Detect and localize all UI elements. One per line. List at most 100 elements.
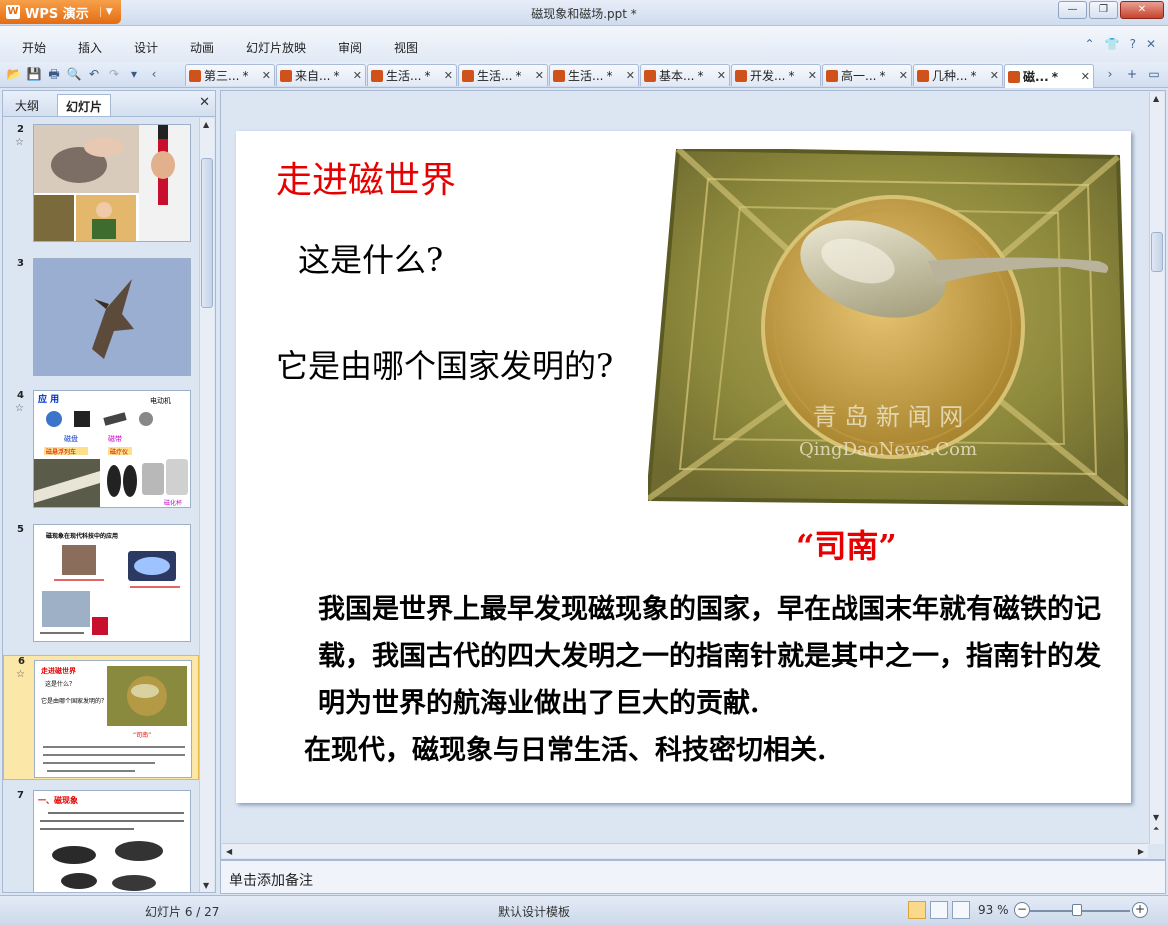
menu-insert[interactable]: 插入 bbox=[78, 39, 102, 56]
question-what[interactable]: 这是什么? bbox=[298, 235, 443, 281]
slide-thumbnail: 磁现象在现代科技中的应用 bbox=[33, 524, 191, 642]
scroll-up-icon[interactable]: ▲ bbox=[203, 120, 209, 129]
scroll-right-icon[interactable]: ▶ bbox=[1138, 847, 1144, 856]
editor-vertical-scrollbar[interactable]: ▲ ▼ ⏶ bbox=[1149, 92, 1164, 844]
scroll-up-icon[interactable]: ▲ bbox=[1153, 94, 1159, 103]
scroll-left-icon[interactable]: ◀ bbox=[226, 847, 232, 856]
zoom-out-icon[interactable]: − bbox=[1014, 902, 1030, 918]
document-tab[interactable]: 生活... * ✕ bbox=[458, 64, 548, 86]
scroll-down-icon[interactable]: ▼ bbox=[1153, 813, 1159, 822]
tab-close-icon[interactable]: ✕ bbox=[808, 69, 817, 82]
question-country[interactable]: 它是由哪个国家发明的? bbox=[276, 341, 613, 387]
menu-design[interactable]: 设计 bbox=[134, 39, 158, 56]
new-tab-icon[interactable]: + bbox=[1124, 66, 1140, 82]
presentation-file-icon bbox=[553, 69, 565, 82]
tab-label: 开发... bbox=[750, 69, 786, 83]
notes-pane[interactable]: 单击添加备注 bbox=[220, 860, 1166, 894]
tab-modified-mark: * bbox=[697, 68, 704, 83]
print-icon[interactable]: 🖶 bbox=[46, 66, 62, 82]
slide-6-image: 走进磁世界 这是什么？ 它是由哪个国家发明的？ “司南” bbox=[41, 666, 187, 772]
thumb-label-maglev: 磁悬浮列车 bbox=[46, 448, 76, 456]
document-tab[interactable]: 基本... * ✕ bbox=[640, 64, 730, 86]
document-tab[interactable]: 生活... * ✕ bbox=[367, 64, 457, 86]
open-icon[interactable]: 📂 bbox=[6, 66, 22, 82]
normal-view-icon[interactable] bbox=[908, 901, 926, 919]
editor-horizontal-scrollbar[interactable]: ◀ ▶ bbox=[222, 843, 1148, 858]
document-tab[interactable]: 磁... * ✕ bbox=[1004, 64, 1094, 88]
template-name: 默认设计模板 bbox=[498, 905, 571, 919]
slide-thumb-5[interactable]: 5 磁现象在现代科技中的应用 bbox=[3, 524, 199, 649]
tab-close-icon[interactable]: ✕ bbox=[990, 69, 999, 82]
slide-number: 6 bbox=[18, 656, 25, 667]
tab-close-icon[interactable]: ✕ bbox=[899, 69, 908, 82]
slide-thumb-7[interactable]: 7 一、磁现象 bbox=[3, 790, 199, 892]
document-tab[interactable]: 开发... * ✕ bbox=[731, 64, 821, 86]
tab-outline[interactable]: 大纲 bbox=[7, 94, 47, 116]
tab-close-icon[interactable]: ✕ bbox=[444, 69, 453, 82]
tab-close-icon[interactable]: ✕ bbox=[535, 69, 544, 82]
close-button[interactable]: ✕ bbox=[1120, 1, 1164, 19]
menu-review[interactable]: 审阅 bbox=[338, 39, 362, 56]
menu-animation[interactable]: 动画 bbox=[190, 39, 214, 56]
slide-body[interactable]: 我国是世界上最早发现磁现象的国家，早在战国末年就有磁铁的记载，我国古代的四大发明… bbox=[276, 586, 1116, 774]
current-slide[interactable]: 走进磁世界 这是什么? 它是由哪个国家发明的? 青 岛 新 闻 网 QingDa… bbox=[236, 131, 1131, 803]
menu-slideshow[interactable]: 幻灯片放映 bbox=[246, 39, 306, 56]
scroll-down-icon[interactable]: ▼ bbox=[203, 881, 209, 890]
restore-button[interactable]: ❐ bbox=[1089, 1, 1118, 19]
image-caption[interactable]: “司南” bbox=[796, 521, 897, 567]
thumb-title: 走进磁世界 bbox=[41, 666, 77, 675]
zoom-in-icon[interactable]: + bbox=[1132, 902, 1148, 918]
tab-close-icon[interactable]: ✕ bbox=[1081, 70, 1090, 83]
slide-thumb-3[interactable]: 3 bbox=[3, 258, 199, 383]
zoom-level: 93 % bbox=[978, 903, 1009, 917]
slide-thumbnail: 应 用 电动机 磁盘 磁带 磁悬浮列车 磁疗仪 磁化杯 bbox=[33, 390, 191, 508]
document-tab[interactable]: 来自... * ✕ bbox=[276, 64, 366, 86]
tabs-left-icon[interactable]: ‹ bbox=[146, 66, 162, 82]
scroll-thumb[interactable] bbox=[201, 158, 213, 308]
tabs-right-icon[interactable]: › bbox=[1102, 66, 1118, 82]
slide-title[interactable]: 走进磁世界 bbox=[276, 151, 456, 203]
tab-label: 基本... bbox=[659, 69, 695, 83]
undo-icon[interactable]: ↶ bbox=[86, 66, 102, 82]
watermark-en: QingDaoNews.Com bbox=[799, 439, 977, 460]
document-tab[interactable]: 第三... * ✕ bbox=[185, 64, 275, 86]
print-preview-icon[interactable]: 🔍 bbox=[66, 66, 82, 82]
panel-close-icon[interactable]: ✕ bbox=[199, 95, 210, 110]
help-icon[interactable]: ? bbox=[1130, 37, 1136, 51]
tab-close-icon[interactable]: ✕ bbox=[262, 69, 271, 82]
chevron-up-icon[interactable]: ⌃ bbox=[1085, 37, 1095, 51]
tab-close-icon[interactable]: ✕ bbox=[353, 69, 362, 82]
slideshow-view-icon[interactable] bbox=[952, 901, 970, 919]
slide-panel: 大纲 幻灯片 ✕ 2 ☆ 3 4 ☆ 应 用 电动机 磁盘 磁带 磁悬浮列车 磁… bbox=[2, 90, 216, 893]
zoom-slider-knob[interactable] bbox=[1072, 904, 1082, 916]
document-tab[interactable]: 生活... * ✕ bbox=[549, 64, 639, 86]
slide-panel-scrollbar[interactable]: ▲ ▼ bbox=[199, 118, 214, 892]
tab-label: 生活... bbox=[386, 69, 422, 83]
menu-view[interactable]: 视图 bbox=[394, 39, 418, 56]
thumb-label-tape: 磁带 bbox=[108, 434, 122, 443]
slide-sorter-view-icon[interactable] bbox=[930, 901, 948, 919]
scroll-thumb[interactable] bbox=[1151, 232, 1163, 272]
sinan-compass-image[interactable]: 青 岛 新 闻 网 QingDaoNews.Com bbox=[648, 149, 1128, 509]
redo-icon[interactable]: ↷ bbox=[106, 66, 122, 82]
watermark-cn: 青 岛 新 闻 网 bbox=[813, 403, 964, 431]
ribbon-close-icon[interactable]: ✕ bbox=[1146, 37, 1156, 51]
skin-icon[interactable]: 👕 bbox=[1105, 37, 1120, 51]
slide-thumb-6[interactable]: 6 ☆ 走进磁世界 这是什么？ 它是由哪个国家发明的？ “司南” bbox=[3, 655, 199, 780]
slide-4-image: 应 用 电动机 磁盘 磁带 磁悬浮列车 磁疗仪 磁化杯 bbox=[34, 393, 188, 507]
save-icon[interactable]: 💾 bbox=[26, 66, 42, 82]
slide-thumb-2[interactable]: 2 ☆ bbox=[3, 124, 199, 249]
tab-close-icon[interactable]: ✕ bbox=[626, 69, 635, 82]
tab-list-icon[interactable]: ▭ bbox=[1146, 66, 1162, 82]
customize-toolbar-icon[interactable]: ▾ bbox=[126, 66, 142, 82]
thumb-question-1: 这是什么？ bbox=[45, 680, 75, 688]
slide-thumb-4[interactable]: 4 ☆ 应 用 电动机 磁盘 磁带 磁悬浮列车 磁疗仪 磁化杯 bbox=[3, 390, 199, 515]
tab-modified-mark: * bbox=[333, 68, 340, 83]
prev-slide-icon[interactable]: ⏶ bbox=[1153, 824, 1159, 834]
tab-close-icon[interactable]: ✕ bbox=[717, 69, 726, 82]
document-tab[interactable]: 高一... * ✕ bbox=[822, 64, 912, 86]
minimize-button[interactable]: — bbox=[1058, 1, 1087, 19]
menu-home[interactable]: 开始 bbox=[22, 39, 46, 56]
tab-slides[interactable]: 幻灯片 bbox=[57, 94, 112, 116]
document-tab[interactable]: 几种... * ✕ bbox=[913, 64, 1003, 86]
